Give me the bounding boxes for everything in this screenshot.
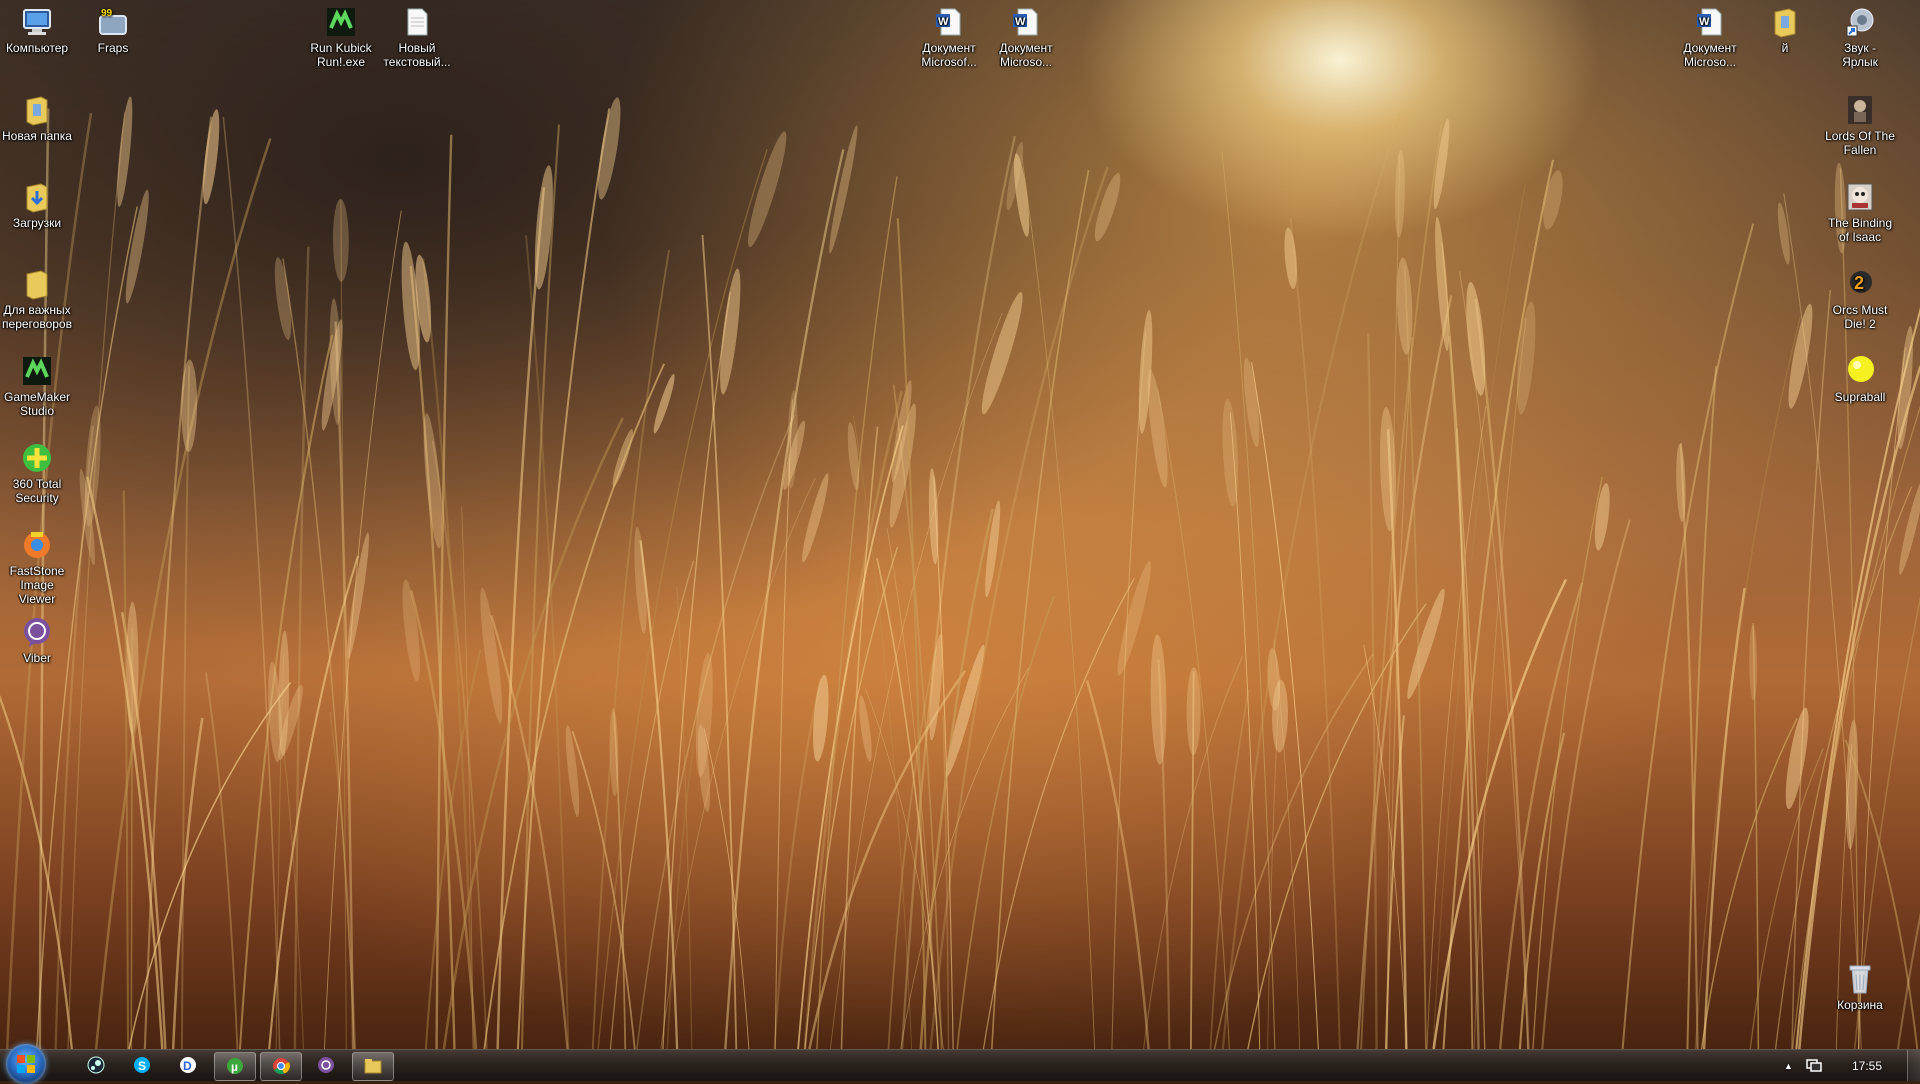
orcs-must-die-icon: 2 (1844, 268, 1876, 300)
icon-label: Orcs Must Die! 2 (1832, 303, 1888, 331)
svg-text:S: S (138, 1059, 146, 1073)
icon-label: Fraps (97, 41, 129, 55)
fraps-icon: 99 (97, 6, 129, 38)
icon-label: Звук - Ярлык (1842, 41, 1878, 69)
icon-label: Загрузки (12, 216, 62, 230)
taskbar-explorer[interactable] (352, 1052, 394, 1081)
sound-shortcut-icon (1844, 6, 1876, 38)
downloads-folder-icon (21, 181, 53, 213)
icon-label: Supraball (1834, 390, 1886, 404)
daemon-tools-icon: D (179, 1056, 197, 1074)
desktop-wallpaper (0, 0, 1920, 1049)
word-document-icon: W (1694, 6, 1726, 38)
svg-text:W: W (1015, 16, 1026, 28)
desktop-icon-new-text-file[interactable]: Новый текстовый... (380, 0, 454, 69)
svg-text:D: D (183, 1059, 192, 1073)
icon-label: Для важных переговоров (2, 303, 72, 331)
windows-logo-icon (17, 1055, 35, 1073)
folder-icon (21, 94, 53, 126)
taskbar-skype[interactable]: S (122, 1052, 162, 1079)
360-security-icon (21, 442, 53, 474)
show-desktop-button[interactable] (1907, 1050, 1920, 1081)
taskbar-daemon-tools[interactable]: D (168, 1052, 208, 1079)
svg-text:W: W (938, 16, 949, 28)
taskbar-viber[interactable] (306, 1052, 346, 1079)
supraball-icon (1844, 355, 1876, 387)
desktop-icon-sound-shortcut[interactable]: Звук - Ярлык (1823, 0, 1897, 69)
desktop-icon-word-doc-1[interactable]: W Документ Microsof... (912, 0, 986, 69)
icon-label: Lords Of The Fallen (1825, 129, 1895, 157)
taskbar: S D µ ▲ 17:55 (0, 1044, 1920, 1084)
network-icon[interactable] (1806, 1057, 1822, 1073)
svg-text:2: 2 (1854, 273, 1864, 293)
desktop-icon-faststone[interactable]: FastStone Image Viewer (0, 523, 74, 606)
desktop-icon-gamemaker[interactable]: GameMaker Studio (0, 349, 74, 418)
desktop-icon-run-kubick[interactable]: Run Kubick Run!.exe (304, 0, 378, 69)
lords-of-the-fallen-icon (1844, 94, 1876, 126)
taskbar-steam[interactable] (76, 1052, 116, 1079)
desktop-icon-new-folder[interactable]: Новая папка (0, 88, 74, 143)
taskbar-utorrent[interactable]: µ (214, 1052, 256, 1081)
clock[interactable]: 17:55 (1852, 1059, 1882, 1073)
faststone-icon (21, 529, 53, 561)
folder-icon (21, 268, 53, 300)
chrome-icon (272, 1057, 290, 1075)
viber-icon (21, 616, 53, 648)
viber-icon (317, 1056, 335, 1074)
start-button[interactable] (6, 1044, 46, 1084)
steam-icon (87, 1056, 105, 1074)
word-document-icon: W (1010, 6, 1042, 38)
computer-icon (21, 6, 53, 38)
desktop-icon-supraball[interactable]: Supraball (1823, 349, 1897, 404)
desktop-icon-word-doc-3[interactable]: W Документ Microso... (1673, 0, 1747, 69)
desktop-icon-folder-negotiations[interactable]: Для важных переговоров (0, 262, 74, 331)
icon-label: Новая папка (2, 129, 72, 143)
desktop-icon-word-doc-2[interactable]: W Документ Microso... (989, 0, 1063, 69)
desktop-icon-binding-of-isaac[interactable]: The Binding of Isaac (1823, 175, 1897, 244)
icon-label: The Binding of Isaac (1827, 216, 1893, 244)
skype-icon: S (133, 1056, 151, 1074)
binding-of-isaac-icon (1844, 181, 1876, 213)
gamemaker-icon (21, 355, 53, 387)
text-file-icon (401, 6, 433, 38)
desktop-icon-orcs-must-die[interactable]: 2 Orcs Must Die! 2 (1823, 262, 1897, 331)
icon-label: Run Kubick Run!.exe (310, 41, 372, 69)
desktop-icon-recycle-bin[interactable]: Корзина (1823, 957, 1897, 1012)
desktop-icon-360-security[interactable]: 360 Total Security (0, 436, 74, 505)
icon-label: й (1781, 41, 1789, 55)
folder-icon (1769, 6, 1801, 38)
gamemaker-exe-icon (325, 6, 357, 38)
explorer-icon (364, 1057, 382, 1075)
icon-label: Документ Microso... (1683, 41, 1737, 69)
recycle-bin-icon (1844, 963, 1876, 995)
desktop-icon-downloads[interactable]: Загрузки (0, 175, 74, 230)
desktop-icon-folder-y[interactable]: й (1748, 0, 1822, 55)
svg-text:99: 99 (101, 8, 113, 19)
desktop-icon-viber[interactable]: Viber (0, 610, 74, 665)
icon-label: Новый текстовый... (383, 41, 451, 69)
icon-label: Документ Microso... (999, 41, 1053, 69)
icon-label: Корзина (1837, 998, 1883, 1012)
icon-label: GameMaker Studio (3, 390, 71, 418)
icon-label: Документ Microsof... (921, 41, 977, 69)
desktop-icon-lords-of-the-fallen[interactable]: Lords Of The Fallen (1823, 88, 1897, 157)
svg-text:µ: µ (231, 1060, 238, 1074)
icon-label: 360 Total Security (12, 477, 62, 505)
utorrent-icon: µ (226, 1057, 244, 1075)
svg-text:W: W (1699, 16, 1710, 28)
taskbar-chrome[interactable] (260, 1052, 302, 1081)
word-document-icon: W (933, 6, 965, 38)
icon-label: Компьютер (5, 41, 69, 55)
icon-label: Viber (23, 651, 51, 665)
icon-label: FastStone Image Viewer (9, 564, 65, 606)
desktop-icon-computer[interactable]: Компьютер (0, 0, 74, 55)
desktop-icon-fraps[interactable]: 99 Fraps (76, 0, 150, 55)
tray-expand-arrow[interactable]: ▲ (1784, 1061, 1793, 1071)
